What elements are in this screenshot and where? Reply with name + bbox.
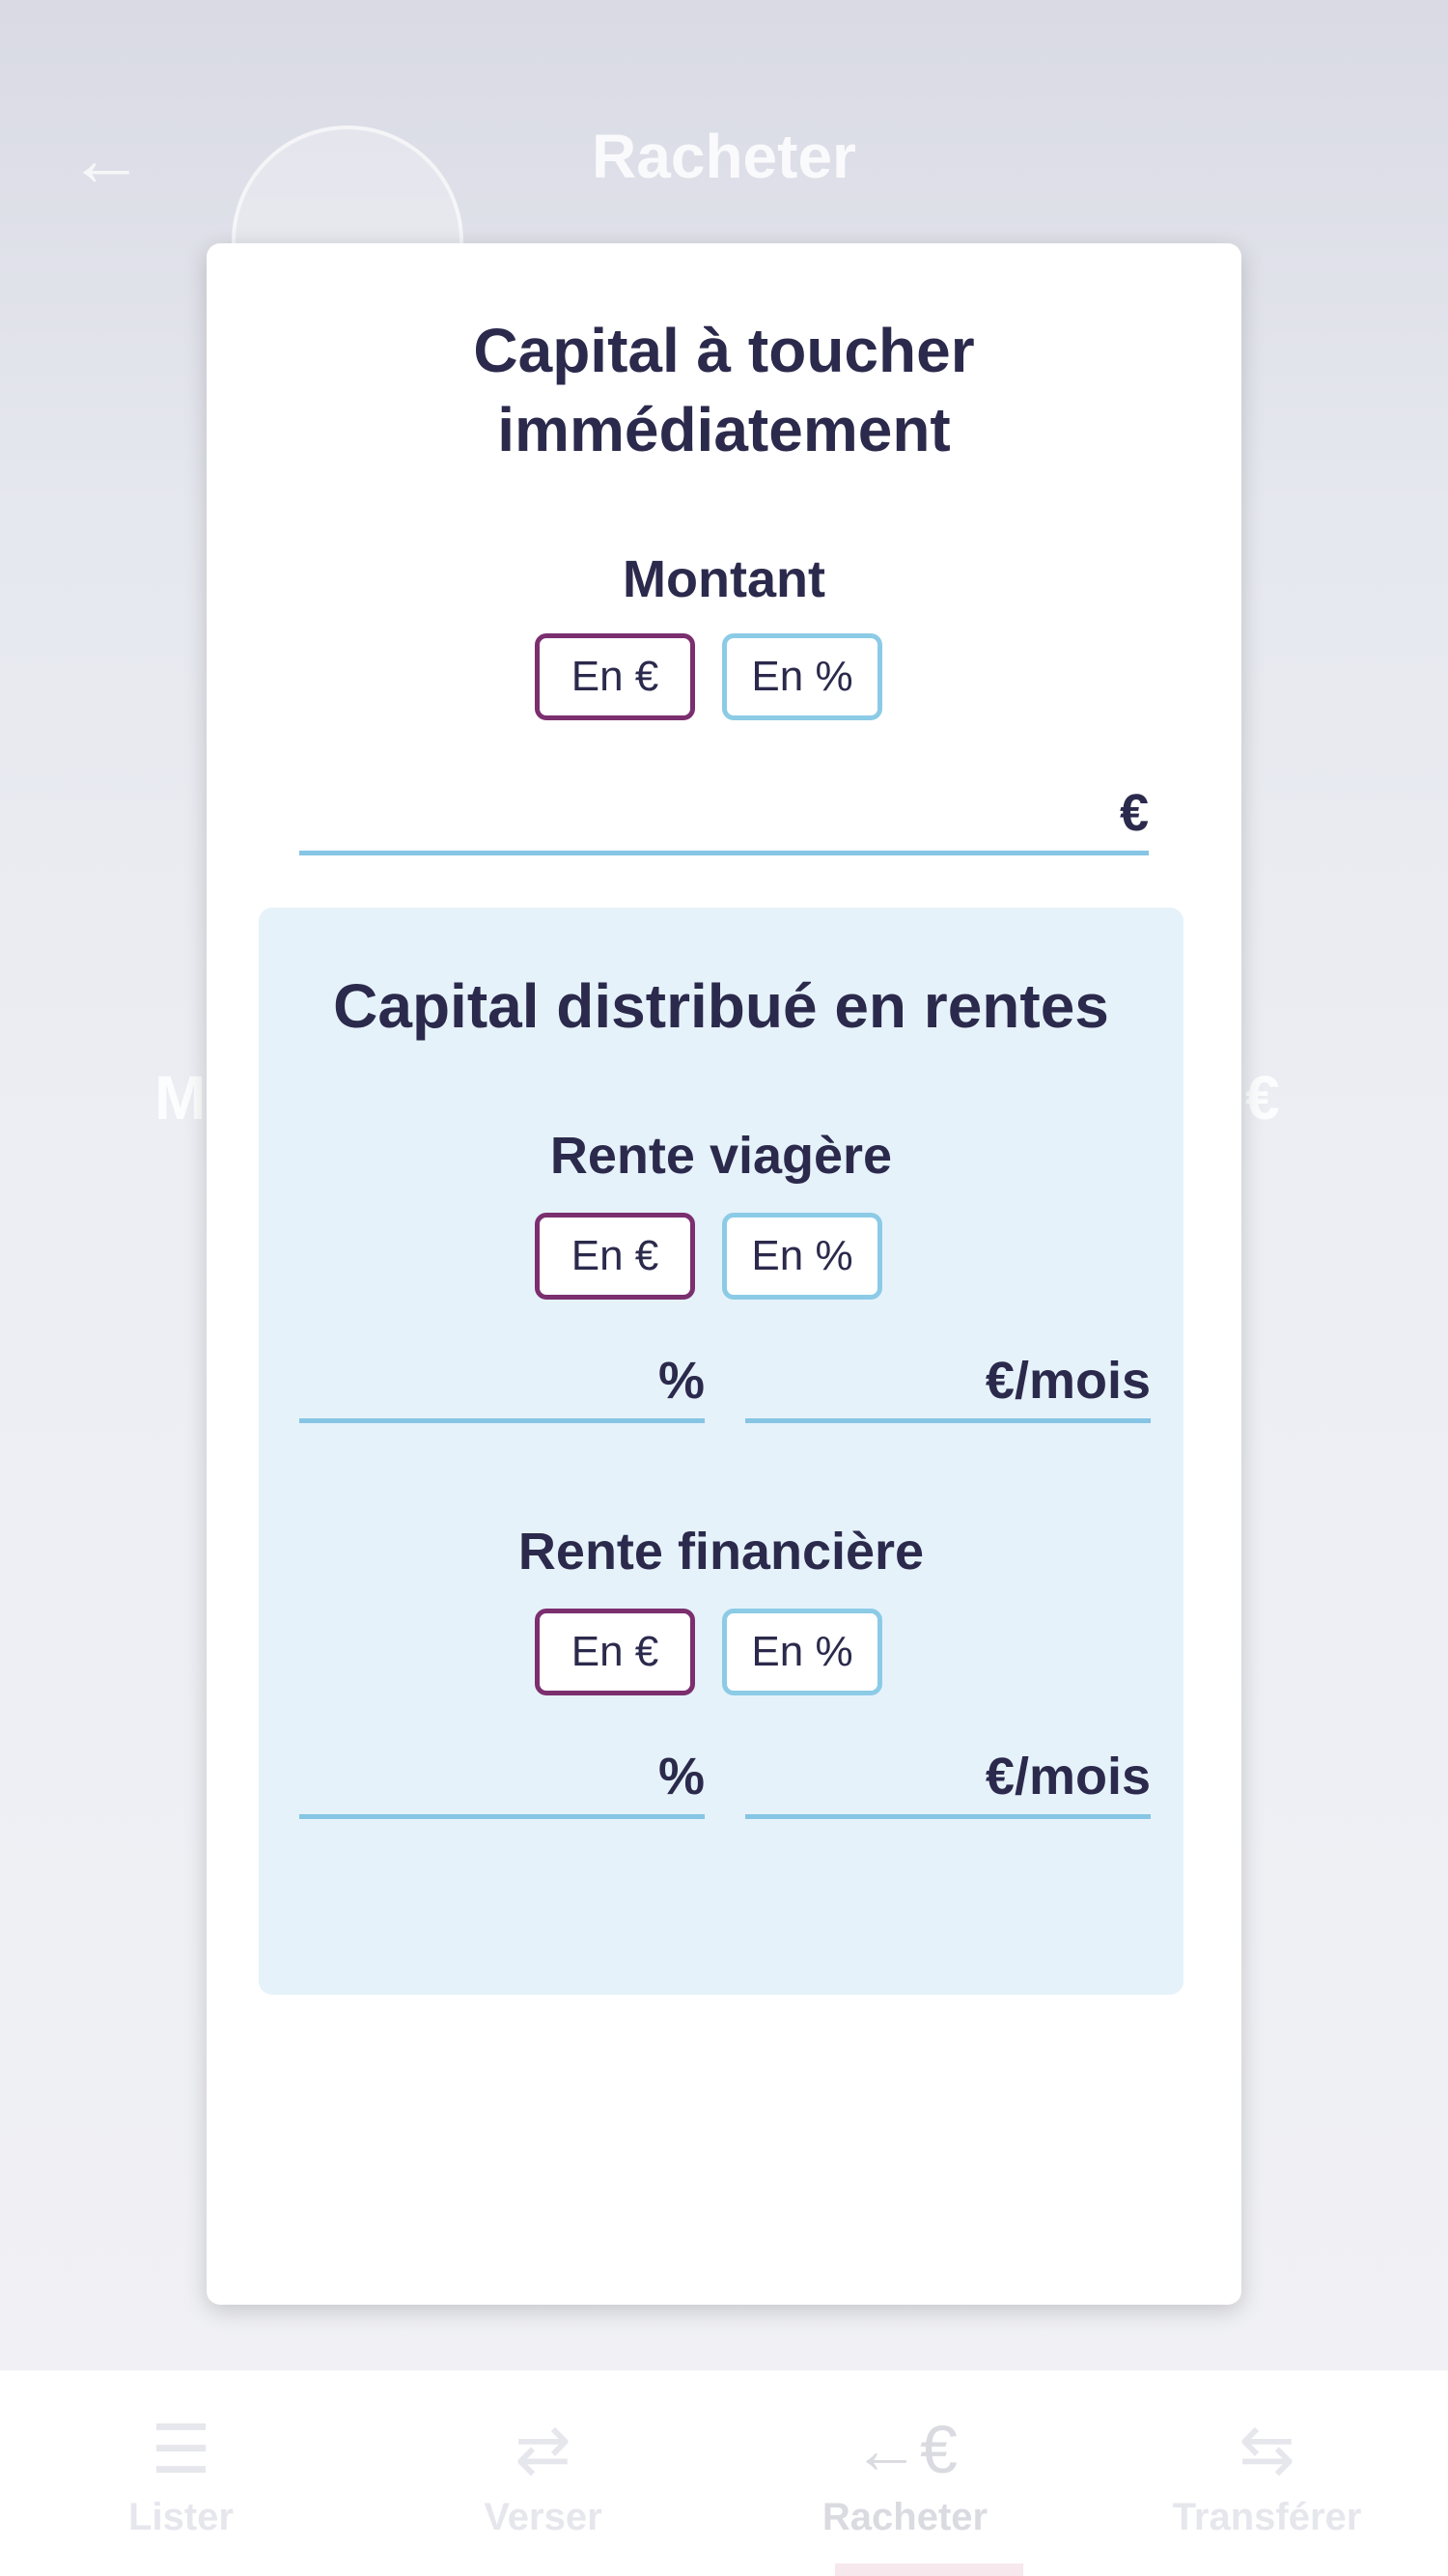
montant-input[interactable] [299, 783, 1120, 851]
background-side-text-left: M [154, 1063, 207, 1133]
rente-financiere-toggle-eur[interactable]: En € [535, 1609, 695, 1695]
rente-viagere-eur-field: €/mois [364, 1350, 1151, 1423]
rente-financiere-label: Rente financière [517, 1523, 925, 1581]
nav-item-transferer[interactable]: ⇆ Transférer [1086, 2370, 1448, 2576]
nav-label: Transférer [1172, 2496, 1362, 2538]
background-page-title: Racheter [592, 122, 856, 191]
rente-viagere-eur-input[interactable] [364, 1351, 986, 1418]
arrow-left-icon: ← [68, 116, 145, 202]
rente-viagere-label: Rente viagère [549, 1127, 893, 1185]
nav-item-racheter[interactable]: ←€ Racheter [724, 2370, 1086, 2576]
rentes-title: Capital distribué en rentes [333, 971, 1109, 1041]
euro-back-icon: ←€ [852, 2412, 958, 2487]
nav-label: Racheter [821, 2496, 989, 2538]
montant-label: Montant [623, 550, 825, 608]
euro-arrows-icon: ⇄ [515, 2412, 571, 2487]
montant-toggle-group: En € En % [535, 633, 882, 720]
nav-item-lister[interactable]: ☰ Lister [0, 2370, 362, 2576]
rente-financiere-eur-unit: €/mois [985, 1748, 1151, 1806]
background-side-text-right: € [1245, 1063, 1280, 1133]
nav-item-verser[interactable]: ⇄ Verser [362, 2370, 724, 2576]
rente-financiere-toggle-group: En € En % [535, 1609, 882, 1695]
montant-toggle-eur[interactable]: En € [535, 633, 695, 720]
montant-unit: € [1119, 784, 1149, 842]
rente-viagere-toggle-pct[interactable]: En % [722, 1213, 882, 1300]
bottom-navigation: ☰ Lister ⇄ Verser ←€ Racheter ⇆ Transfér… [0, 2370, 1448, 2576]
capital-modal: Capital à toucher immédiatement Montant E… [37, 243, 1241, 2305]
modal-title: Capital à toucher immédiatement [207, 311, 1241, 469]
rente-viagere-toggle-eur[interactable]: En € [535, 1213, 695, 1300]
rente-financiere-eur-field: €/mois [364, 1746, 1151, 1819]
rente-financiere-eur-input[interactable] [364, 1747, 986, 1814]
active-nav-indicator [835, 2563, 1023, 2576]
nav-label: Verser [484, 2496, 602, 2538]
transfer-icon: ⇆ [1239, 2412, 1295, 2487]
montant-field: € [299, 782, 1149, 855]
nav-label: Lister [128, 2496, 234, 2538]
list-icon: ☰ [151, 2412, 211, 2487]
rentes-section: Capital distribué en rentes Rente viagèr… [37, 908, 1183, 1995]
rente-viagere-toggle-group: En € En % [535, 1213, 882, 1300]
modal-title-text: Capital à toucher immédiatement [473, 316, 975, 464]
rente-financiere-toggle-pct[interactable]: En % [722, 1609, 882, 1695]
rente-viagere-eur-unit: €/mois [985, 1352, 1151, 1410]
montant-toggle-pct[interactable]: En % [722, 633, 882, 720]
